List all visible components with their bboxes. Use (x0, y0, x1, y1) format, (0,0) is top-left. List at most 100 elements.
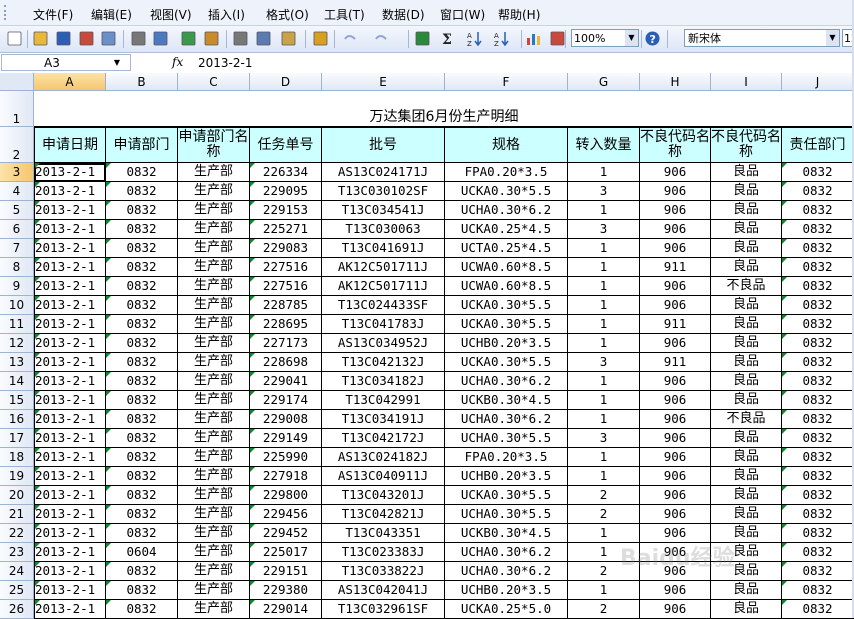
cell-F18[interactable]: FPA0.20*3.5 (445, 448, 568, 467)
cell-D16[interactable]: 229008 (250, 410, 322, 429)
sort-ascending-icon[interactable]: AZ (467, 30, 484, 47)
cell-E7[interactable]: T13C041691J (322, 239, 445, 258)
cell-E9[interactable]: AK12C501711J (322, 277, 445, 296)
cell-F5[interactable]: UCHA0.30*6.2 (445, 201, 568, 220)
cell-E26[interactable]: T13C032961SF (322, 600, 445, 619)
cell-G21[interactable]: 2 (568, 505, 640, 524)
cell-D14[interactable]: 229041 (250, 372, 322, 391)
cell-G17[interactable]: 3 (568, 429, 640, 448)
row-header-25[interactable]: 25 (0, 581, 34, 600)
cell-A20[interactable]: 2013-2-1 (34, 486, 106, 505)
cell-B20[interactable]: 0832 (106, 486, 178, 505)
sort-descending-icon[interactable]: AZ (494, 30, 511, 47)
chevron-down-icon[interactable]: ▼ (826, 30, 839, 46)
cell-E15[interactable]: T13C042991 (322, 391, 445, 410)
cell-E24[interactable]: T13C033822J (322, 562, 445, 581)
undo-icon[interactable] (341, 30, 358, 47)
cell-I13[interactable]: 良品 (711, 353, 782, 372)
cell-C21[interactable]: 生产部 (178, 505, 250, 524)
row-header-7[interactable]: 7 (0, 239, 34, 258)
menu-item-0[interactable]: 文件(F) (33, 6, 73, 23)
cell-C7[interactable]: 生产部 (178, 239, 250, 258)
header-cell-E[interactable]: 批号 (322, 127, 445, 163)
column-header-B[interactable]: B (106, 73, 178, 91)
select-all-corner[interactable] (0, 73, 34, 91)
cell-B11[interactable]: 0832 (106, 315, 178, 334)
cell-D23[interactable]: 225017 (250, 543, 322, 562)
cell-J3[interactable]: 0832 (782, 163, 854, 182)
redo-icon[interactable] (372, 30, 389, 47)
cell-H9[interactable]: 906 (640, 277, 711, 296)
cell-J24[interactable]: 0832 (782, 562, 854, 581)
cell-A5[interactable]: 2013-2-1 (34, 201, 106, 220)
row-header-14[interactable]: 14 (0, 372, 34, 391)
cell-C3[interactable]: 生产部 (178, 163, 250, 182)
cell-F25[interactable]: UCHB0.20*3.5 (445, 581, 568, 600)
cell-H5[interactable]: 906 (640, 201, 711, 220)
cell-A15[interactable]: 2013-2-1 (34, 391, 106, 410)
cell-H11[interactable]: 911 (640, 315, 711, 334)
cell-I11[interactable]: 良品 (711, 315, 782, 334)
cell-I22[interactable]: 良品 (711, 524, 782, 543)
cell-C9[interactable]: 生产部 (178, 277, 250, 296)
column-header-D[interactable]: D (250, 73, 322, 91)
zoom-select[interactable]: 100% ▼ (571, 29, 639, 47)
header-cell-F[interactable]: 规格 (445, 127, 568, 163)
cell-A13[interactable]: 2013-2-1 (34, 353, 106, 372)
cell-B6[interactable]: 0832 (106, 220, 178, 239)
cell-I17[interactable]: 良品 (711, 429, 782, 448)
cell-G22[interactable]: 1 (568, 524, 640, 543)
cell-D17[interactable]: 229149 (250, 429, 322, 448)
cell-B15[interactable]: 0832 (106, 391, 178, 410)
cell-G8[interactable]: 1 (568, 258, 640, 277)
row-header-1[interactable]: 1 (0, 91, 34, 127)
cell-J4[interactable]: 0832 (782, 182, 854, 201)
cell-C10[interactable]: 生产部 (178, 296, 250, 315)
cell-E8[interactable]: AK12C501711J (322, 258, 445, 277)
cell-B8[interactable]: 0832 (106, 258, 178, 277)
cell-E20[interactable]: T13C043201J (322, 486, 445, 505)
chart-wizard-icon[interactable] (525, 30, 542, 47)
cell-B14[interactable]: 0832 (106, 372, 178, 391)
cell-G23[interactable]: 1 (568, 543, 640, 562)
research-icon[interactable] (203, 30, 220, 47)
copy-icon[interactable] (255, 30, 272, 47)
cell-D21[interactable]: 229456 (250, 505, 322, 524)
formula-input[interactable]: 2013-2-1 (198, 55, 252, 71)
cell-G16[interactable]: 1 (568, 410, 640, 429)
paste-icon[interactable] (280, 30, 297, 47)
cell-G6[interactable]: 3 (568, 220, 640, 239)
cell-I8[interactable]: 良品 (711, 258, 782, 277)
cell-A10[interactable]: 2013-2-1 (34, 296, 106, 315)
cell-B4[interactable]: 0832 (106, 182, 178, 201)
cell-A22[interactable]: 2013-2-1 (34, 524, 106, 543)
cell-B19[interactable]: 0832 (106, 467, 178, 486)
format-painter-icon[interactable] (312, 30, 329, 47)
cell-J10[interactable]: 0832 (782, 296, 854, 315)
cell-J23[interactable]: 0832 (782, 543, 854, 562)
cell-C24[interactable]: 生产部 (178, 562, 250, 581)
cell-D22[interactable]: 229452 (250, 524, 322, 543)
cell-H14[interactable]: 906 (640, 372, 711, 391)
cell-B24[interactable]: 0832 (106, 562, 178, 581)
cell-C25[interactable]: 生产部 (178, 581, 250, 600)
cell-F12[interactable]: UCHB0.20*3.5 (445, 334, 568, 353)
cell-H3[interactable]: 906 (640, 163, 711, 182)
cell-C5[interactable]: 生产部 (178, 201, 250, 220)
row-header-15[interactable]: 15 (0, 391, 34, 410)
cell-D12[interactable]: 227173 (250, 334, 322, 353)
cell-I7[interactable]: 良品 (711, 239, 782, 258)
cell-E3[interactable]: AS13C024171J (322, 163, 445, 182)
cell-D6[interactable]: 225271 (250, 220, 322, 239)
cell-H15[interactable]: 906 (640, 391, 711, 410)
row-header-5[interactable]: 5 (0, 201, 34, 220)
cell-H10[interactable]: 906 (640, 296, 711, 315)
cell-D24[interactable]: 229151 (250, 562, 322, 581)
menu-item-2[interactable]: 视图(V) (150, 6, 192, 23)
cell-I6[interactable]: 良品 (711, 220, 782, 239)
permission-icon[interactable] (78, 30, 95, 47)
cell-I18[interactable]: 良品 (711, 448, 782, 467)
cell-J19[interactable]: 0832 (782, 467, 854, 486)
cell-A26[interactable]: 2013-2-1 (34, 600, 106, 619)
cell-E14[interactable]: T13C034182J (322, 372, 445, 391)
